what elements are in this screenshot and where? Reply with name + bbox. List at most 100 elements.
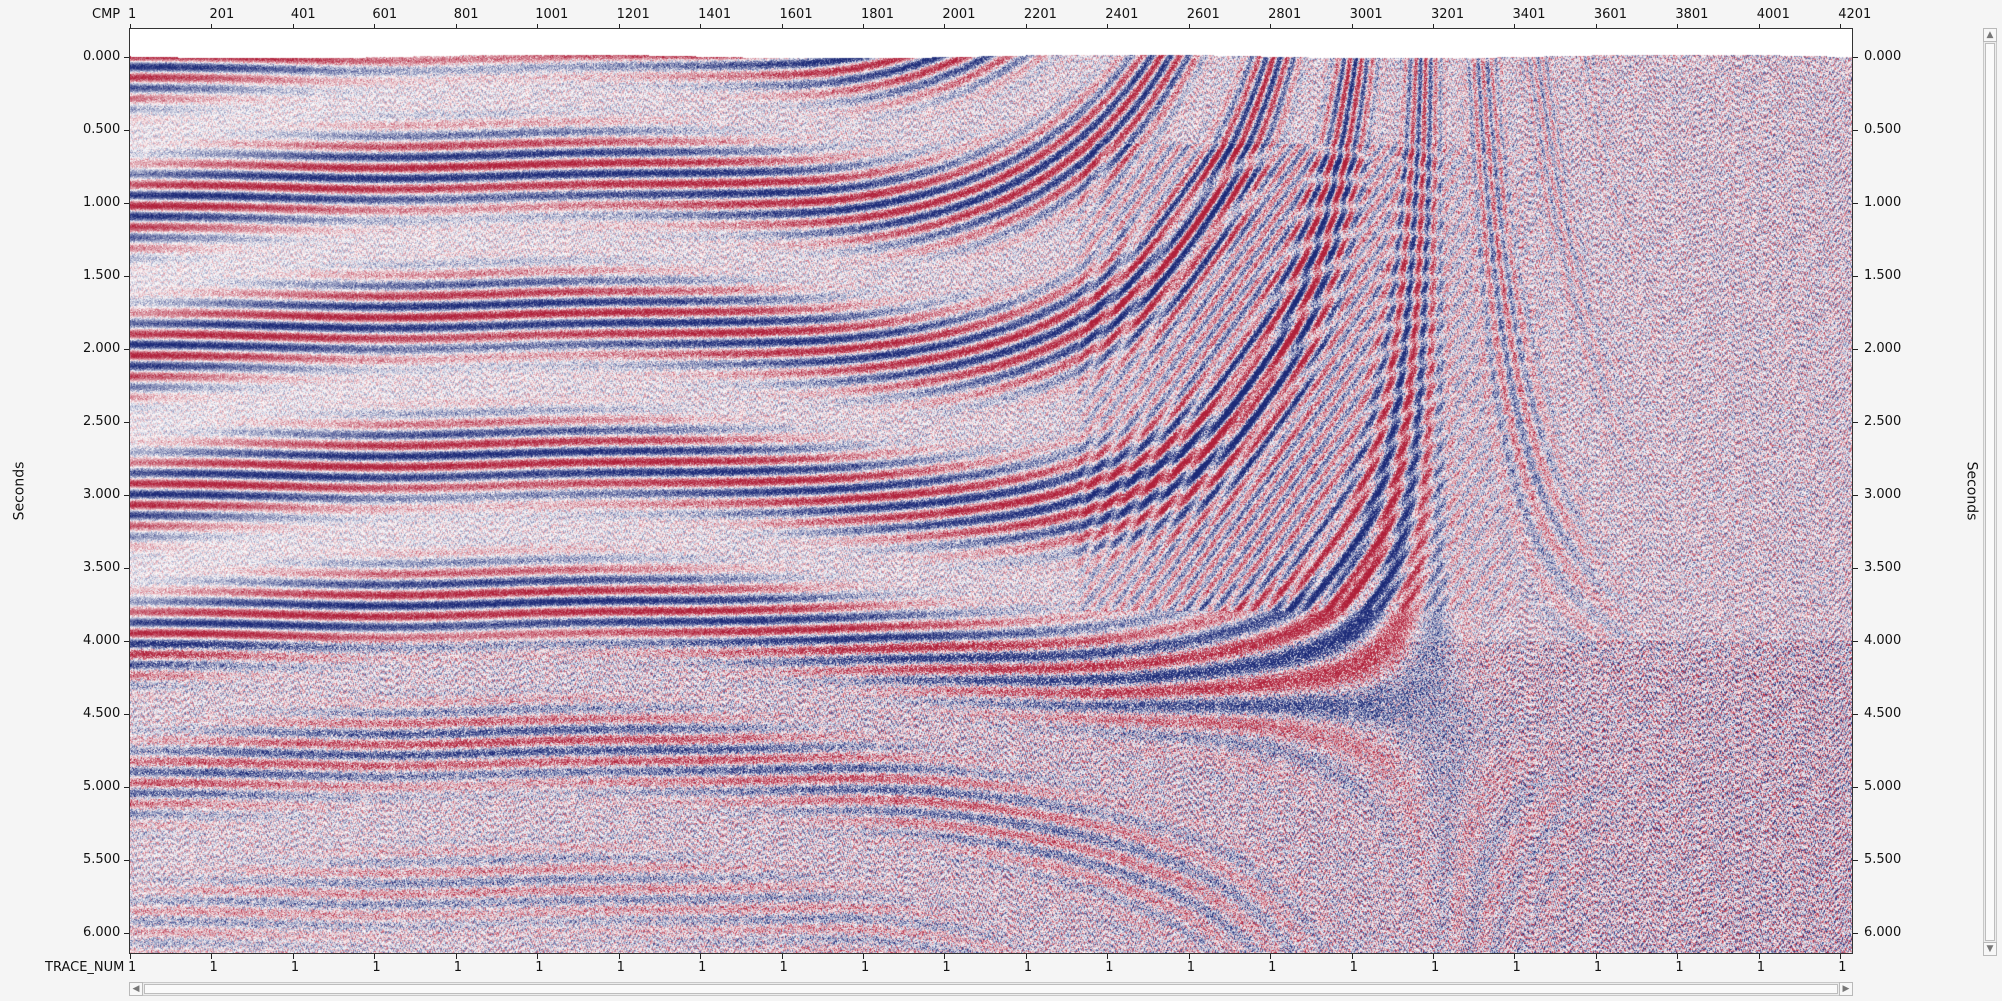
x-axis-title: CMP xyxy=(92,7,121,22)
time-tick-label: 1.500 xyxy=(1864,268,1902,283)
scroll-left-icon[interactable]: ◀ xyxy=(129,982,143,996)
scroll-down-icon[interactable]: ▼ xyxy=(1983,942,1997,956)
trace-num-tick-mark xyxy=(1758,954,1760,959)
cmp-tick-label: 4001 xyxy=(1756,7,1790,22)
time-tick-label: 3.000 xyxy=(1864,487,1902,502)
scroll-up-icon[interactable]: ▲ xyxy=(1983,28,1997,42)
time-tick-label: 1.000 xyxy=(83,195,121,210)
trace-num-tick-mark xyxy=(781,954,783,959)
horizontal-scrollbar[interactable] xyxy=(129,982,1853,996)
trace-num-tick-label: 1 xyxy=(372,960,381,975)
cmp-tick-label: 1001 xyxy=(535,7,569,22)
cmp-tick-label: 2001 xyxy=(942,7,976,22)
trace-num-tick-label: 1 xyxy=(1838,960,1847,975)
time-tick-label: 4.500 xyxy=(83,706,121,721)
trace-num-tick-label: 1 xyxy=(290,960,300,975)
trace-num-tick-label: 1 xyxy=(535,960,544,975)
cmp-tick-label: 3201 xyxy=(1431,7,1465,22)
trace-num-tick-mark xyxy=(1351,954,1353,959)
trace-num-tick-label: 1 xyxy=(1186,960,1195,975)
trace-num-tick-mark xyxy=(1595,954,1597,959)
cmp-tick-label: 2601 xyxy=(1186,7,1220,22)
trace-num-tick-label: 1 xyxy=(860,960,870,975)
trace-num-tick-label: 1 xyxy=(1431,960,1440,975)
time-tick-label: 4.000 xyxy=(83,633,121,648)
cmp-tick-label: 1401 xyxy=(698,7,732,22)
time-tick-label: 1.500 xyxy=(83,268,121,283)
time-tick-label: 2.500 xyxy=(83,414,121,429)
trace-num-tick-mark xyxy=(1677,954,1679,959)
time-tick-label: 4.000 xyxy=(1864,633,1902,648)
trace-num-tick-mark xyxy=(211,954,213,959)
time-tick-label: 4.500 xyxy=(1864,706,1902,721)
y-axis-title-left: Seconds xyxy=(11,461,28,521)
trace-num-tick-label: 1 xyxy=(1593,960,1603,975)
cmp-tick-label: 201 xyxy=(209,7,235,22)
horizontal-scrollbar-thumb[interactable] xyxy=(144,984,1838,994)
cmp-tick-label: 801 xyxy=(453,7,479,22)
trace-num-tick-label: 1 xyxy=(942,960,951,975)
trace-num-tick-mark xyxy=(944,954,946,959)
scroll-right-icon[interactable]: ▶ xyxy=(1839,982,1853,996)
trace-num-tick-mark xyxy=(1025,954,1027,959)
trace-num-tick-mark xyxy=(1107,954,1109,959)
seismic-plot-area[interactable] xyxy=(129,28,1853,954)
trace-num-tick-label: 1 xyxy=(1105,960,1114,975)
trace-num-tick-label: 1 xyxy=(1756,960,1766,975)
trace-num-tick-label: 1 xyxy=(453,960,463,975)
time-tick-label: 5.500 xyxy=(1864,852,1902,867)
cmp-tick-label: 1801 xyxy=(860,7,895,22)
trace-num-tick-label: 1 xyxy=(128,960,137,975)
trace-num-tick-mark xyxy=(618,954,620,959)
trace-num-tick-label: 1 xyxy=(616,960,625,975)
time-tick-label: 5.500 xyxy=(83,852,121,867)
time-tick-label: 3.500 xyxy=(83,560,121,575)
cmp-tick-label: 3801 xyxy=(1675,7,1709,22)
cmp-tick-label: 3601 xyxy=(1593,7,1627,22)
time-tick-label: 5.000 xyxy=(1864,779,1902,794)
time-tick-label: 2.000 xyxy=(1864,341,1902,356)
trace-num-tick-mark xyxy=(1433,954,1434,959)
cmp-tick-label: 1601 xyxy=(779,7,813,22)
time-tick-label: 0.000 xyxy=(1864,49,1902,64)
trace-num-tick-mark xyxy=(1840,954,1842,959)
cmp-tick-label: 1201 xyxy=(616,7,650,22)
bottom-axis-title: TRACE_NUM xyxy=(45,960,125,975)
trace-num-tick-mark xyxy=(130,954,131,959)
trace-num-tick-label: 1 xyxy=(209,960,218,975)
cmp-tick-label: 1 xyxy=(128,7,137,22)
cmp-tick-label: 4201 xyxy=(1838,7,1872,22)
time-tick-label: 6.000 xyxy=(83,925,121,940)
seismic-section-image[interactable] xyxy=(130,29,1852,953)
cmp-tick-label: 2801 xyxy=(1268,7,1302,22)
y-axis-title-right: Seconds xyxy=(1963,461,1980,521)
time-tick-label: 0.500 xyxy=(1864,122,1902,137)
trace-num-tick-label: 1 xyxy=(1268,960,1277,975)
cmp-tick-label: 2401 xyxy=(1105,7,1139,22)
trace-num-tick-label: 1 xyxy=(1023,960,1033,975)
vertical-scrollbar-thumb[interactable] xyxy=(1985,43,1995,941)
vertical-scrollbar[interactable] xyxy=(1983,28,1997,956)
trace-num-tick-mark xyxy=(1270,954,1272,959)
cmp-tick-label: 3401 xyxy=(1512,7,1546,22)
trace-num-tick-mark xyxy=(292,954,294,959)
trace-num-tick-mark xyxy=(537,954,539,959)
time-tick-label: 0.500 xyxy=(83,122,121,137)
seismic-section-viewer: CMP 1 201 401 601 801 1001 1201 1401 1601 1801 200… xyxy=(0,0,2002,1001)
cmp-tick-label: 401 xyxy=(290,7,316,22)
cmp-tick-label: 3001 xyxy=(1349,7,1383,22)
time-tick-label: 2.000 xyxy=(83,341,121,356)
trace-num-tick-mark xyxy=(1514,954,1516,959)
trace-num-tick-label: 1 xyxy=(1512,960,1521,975)
time-tick-label: 0.000 xyxy=(83,49,121,64)
trace-num-tick-mark xyxy=(455,954,457,959)
trace-num-tick-label: 1 xyxy=(1349,960,1358,975)
trace-num-tick-label: 1 xyxy=(779,960,788,975)
time-tick-label: 5.000 xyxy=(83,779,121,794)
time-tick-label: 2.500 xyxy=(1864,414,1902,429)
trace-num-tick-label: 1 xyxy=(698,960,707,975)
trace-num-tick-mark xyxy=(862,954,864,959)
trace-num-tick-label: 1 xyxy=(1675,960,1684,975)
trace-num-tick-mark xyxy=(374,954,376,959)
time-tick-label: 1.000 xyxy=(1864,195,1902,210)
